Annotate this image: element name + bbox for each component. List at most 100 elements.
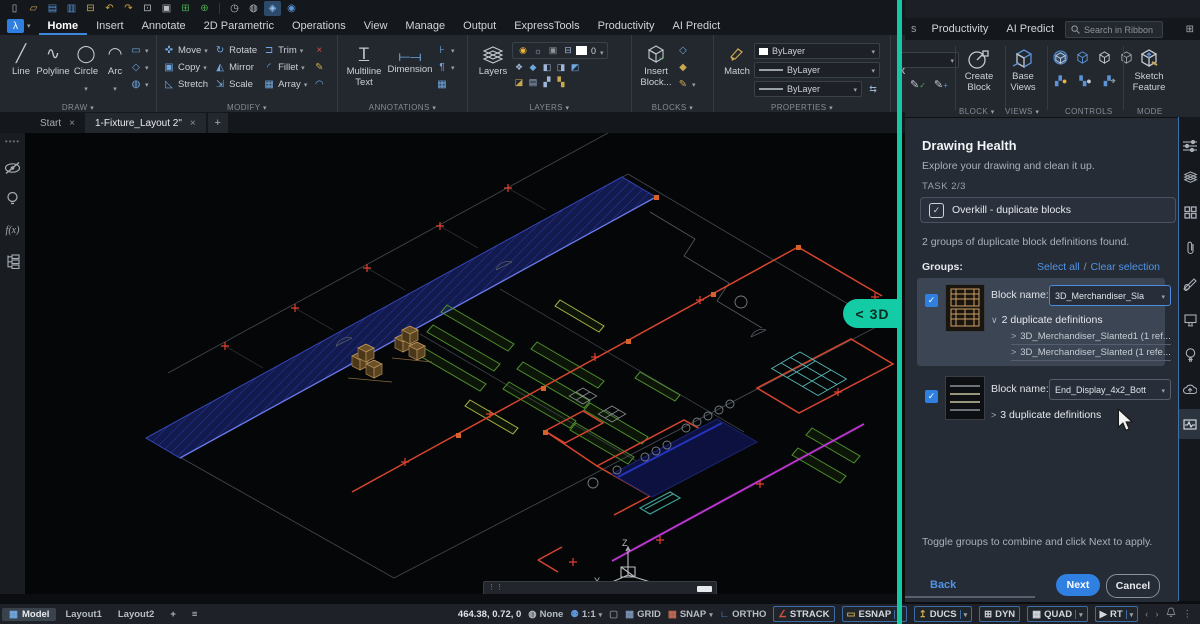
duplicate-group-card-1[interactable]: ✓ Block name: 3D_Merchandiser_Sla ∨2 dup… [917, 278, 1165, 366]
stretch-button[interactable]: ◺Stretch [161, 76, 210, 93]
annotative-add-icon[interactable]: ✎+ [934, 78, 948, 91]
open-file-icon[interactable]: ▱ [25, 1, 42, 16]
create-block-button[interactable]: Create Block [957, 46, 1001, 93]
layer-thaw-icon[interactable]: ▞ [540, 76, 554, 89]
lineweight-dropdown[interactable]: ByLayer [754, 62, 880, 78]
layer-plot-icon[interactable]: ⊟ [561, 44, 575, 57]
layers-button[interactable]: Layers [474, 35, 512, 78]
array-button[interactable]: ▦Array [261, 76, 309, 93]
sketch-feature-button[interactable]: Sketch Feature [1127, 46, 1171, 93]
rw-menu-ai-predict[interactable]: AI Predict [997, 20, 1063, 38]
lights-balloon-icon[interactable] [1179, 340, 1200, 370]
dyn-toggle[interactable]: ⊞DYN [979, 606, 1020, 622]
base-views-button[interactable]: Base Views [1001, 46, 1045, 93]
group1-child-2[interactable]: >3D_Merchandiser_Slanted (1 refe... [1011, 347, 1171, 361]
status-prev-icon[interactable]: ‹ [1145, 609, 1148, 620]
layer-combo-caret-icon[interactable] [600, 42, 604, 60]
explode-button[interactable]: ✎ [311, 59, 327, 76]
back-link[interactable]: Back [930, 579, 956, 591]
circle-button[interactable]: ◯Circle [70, 35, 102, 96]
circle-caret-icon[interactable] [84, 78, 88, 96]
view-3d-toggle-icon[interactable]: ◈ [264, 1, 281, 16]
render-materials-icon[interactable] [1179, 269, 1200, 299]
drawing-canvas[interactable]: Z Y X ⋮⋮ [25, 133, 898, 594]
isolate-control-icon[interactable]: ▞● [1055, 76, 1067, 87]
ribbon-search-box[interactable]: Search in Ribbon [1065, 21, 1163, 38]
layer-match-icon[interactable]: ◩ [568, 61, 582, 74]
hide-objects-icon[interactable] [4, 159, 22, 177]
clear-selection-link[interactable]: Clear selection [1091, 261, 1160, 273]
model-tab[interactable]: ▦Model [2, 608, 56, 621]
linetype-settings-icon[interactable]: ⇆ [866, 83, 880, 96]
quad-toggle[interactable]: ▦QUAD [1027, 606, 1087, 622]
shaded-view-icon[interactable] [1053, 50, 1068, 65]
group1-block-dropdown[interactable]: 3D_Merchandiser_Sla [1049, 285, 1171, 306]
menu-productivity[interactable]: Productivity [589, 17, 664, 35]
arc-button[interactable]: ◠Arc [102, 35, 128, 96]
layout2-tab[interactable]: Layout2 [111, 608, 161, 621]
menu-expresstools[interactable]: ExpressTools [505, 17, 588, 35]
app-logo[interactable]: λ [7, 19, 24, 33]
layers-panel-icon[interactable] [1179, 161, 1200, 191]
layer-isolate-icon[interactable]: ❖ [512, 61, 526, 74]
modify-group-label[interactable]: MODIFY [157, 103, 337, 112]
paste-icon[interactable]: ⊞ [177, 1, 194, 16]
block-attrib-button[interactable]: ✎ [675, 76, 698, 93]
multiline-text-button[interactable]: TMultiline Text [342, 35, 386, 88]
save-icon[interactable]: ▤ [44, 1, 61, 16]
new-file-icon[interactable]: ▯ [6, 1, 23, 16]
draw-group-label[interactable]: DRAW [0, 103, 156, 112]
annotations-group-label[interactable]: ANNOTATIONS [338, 103, 467, 112]
block-group-label[interactable]: BLOCK [959, 107, 995, 116]
dimension-button[interactable]: ⟝⟞Dimension [386, 35, 434, 76]
display-settings-icon[interactable] [1179, 305, 1200, 335]
group1-expand-row[interactable]: ∨2 duplicate definitions [991, 314, 1103, 326]
drawing-health-icon[interactable] [1179, 409, 1200, 439]
menu-insert[interactable]: Insert [87, 17, 133, 35]
undo-icon[interactable]: ↶ [101, 1, 118, 16]
color-dropdown[interactable]: ByLayer [754, 43, 880, 59]
web-icon[interactable]: ◍ [245, 1, 262, 16]
delete-button[interactable]: × [311, 42, 327, 59]
layer-on-icon[interactable]: ◉ [516, 44, 530, 57]
grid-toggle[interactable]: ▦GRID [625, 609, 661, 620]
security-icon[interactable]: ◉ [283, 1, 300, 16]
cancel-button[interactable]: Cancel [1106, 574, 1160, 598]
add-layout-button[interactable] [163, 608, 183, 621]
layer-unisolate-icon[interactable]: ◆ [526, 61, 540, 74]
hide-control-icon[interactable]: ▚● [1079, 76, 1091, 87]
redo-icon[interactable]: ↷ [120, 1, 137, 16]
history-icon[interactable]: ◷ [226, 1, 243, 16]
ribbon-panel-toggle-icon[interactable]: ⊞ [1186, 24, 1194, 35]
break-button[interactable]: ◠ [311, 76, 327, 93]
region-button[interactable]: ◍ [128, 76, 151, 93]
save-as-icon[interactable]: ▥ [63, 1, 80, 16]
ducs-toggle[interactable]: ↥DUCS [914, 606, 972, 622]
fillet-button[interactable]: ◜Fillet [261, 59, 309, 76]
toolbar-drag-handle[interactable]: •••• [5, 137, 20, 146]
app-menu-caret-icon[interactable] [27, 22, 31, 30]
panel-scroll-indicator[interactable] [905, 596, 1035, 598]
block-edit-button[interactable]: ◇ [675, 42, 698, 59]
group2-block-dropdown[interactable]: End_Display_4x2_Bott [1049, 379, 1171, 400]
menu-operations[interactable]: Operations [283, 17, 355, 35]
ucs-world-toggle[interactable]: ◍None [528, 609, 563, 620]
canvas-scrollbar[interactable]: ⋮⋮ [483, 581, 717, 594]
arc-caret-icon[interactable] [113, 78, 117, 96]
blocks-panel-icon[interactable] [1179, 197, 1200, 227]
plot-icon[interactable]: ⊟ [82, 1, 99, 16]
cloud-upload-icon[interactable] [1179, 374, 1200, 404]
layer-prev-icon[interactable]: ◪ [512, 76, 526, 89]
layout-list-icon[interactable]: ≡ [185, 608, 205, 621]
trim-button[interactable]: ⊐Trim [261, 42, 309, 59]
hatch-button[interactable]: ◇ [128, 59, 151, 76]
rw-menu-productivity[interactable]: Productivity [923, 20, 998, 38]
layout1-tab[interactable]: Layout1 [58, 608, 108, 621]
status-next-icon[interactable]: › [1155, 609, 1158, 620]
mirror-button[interactable]: ◭Mirror [212, 59, 259, 76]
layer-walk-icon[interactable]: ▤ [526, 76, 540, 89]
menu-ai-predict[interactable]: AI Predict [663, 17, 729, 35]
layers-group-label[interactable]: LAYERS [468, 103, 631, 112]
current-task-box[interactable]: ✓ Overkill - duplicate blocks [920, 197, 1176, 223]
layer-merge-icon[interactable]: ▚ [554, 76, 568, 89]
